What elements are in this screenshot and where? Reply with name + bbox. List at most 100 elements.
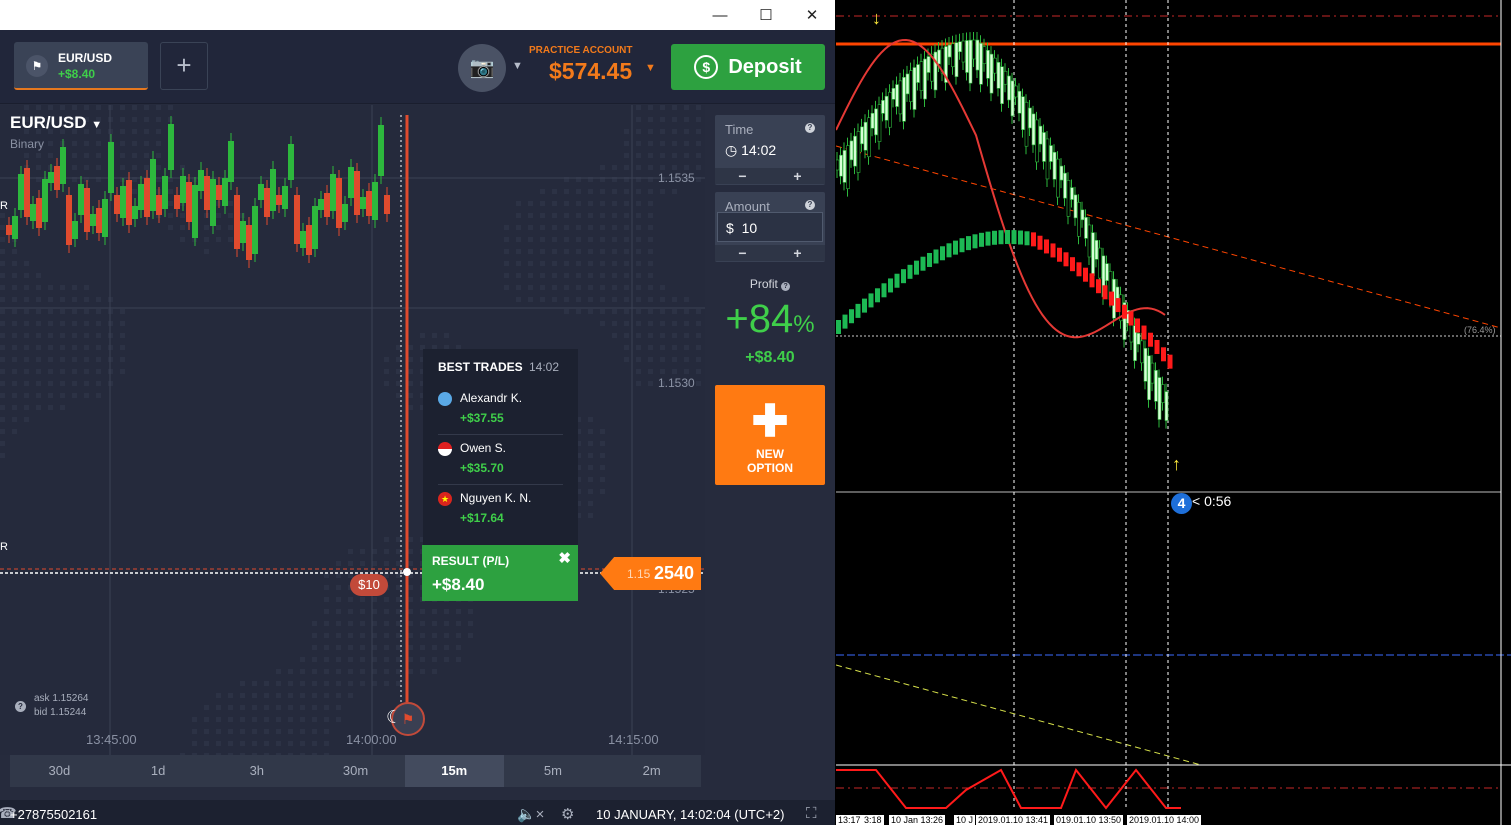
timeframe-1d[interactable]: 1d [109, 755, 208, 787]
mt4-band [862, 298, 867, 313]
asset-tab[interactable]: ⚑ EUR/USD +$8.40 [14, 42, 148, 90]
mt4-candle [884, 95, 889, 121]
mt4-band [914, 260, 919, 275]
mt4-band [1024, 231, 1030, 246]
mt4-candle [926, 56, 931, 73]
mt4-candle [1070, 187, 1074, 200]
mt4-candle [951, 43, 955, 68]
minimize-icon[interactable]: — [697, 0, 743, 30]
candle [312, 206, 318, 249]
account-label[interactable]: PRACTICE ACCOUNT [529, 45, 633, 56]
mt4-band [855, 303, 861, 318]
mt4-chart[interactable]: ↓↑ [836, 0, 1511, 825]
account-caret-icon[interactable]: ▼ [645, 62, 656, 74]
mt4-candle [1052, 151, 1057, 180]
timer-number-badge: 4 [1171, 493, 1192, 514]
mt4-candle [1028, 107, 1032, 129]
maximize-icon[interactable]: ☐ [743, 0, 789, 30]
price-chart-area[interactable] [0, 105, 705, 758]
mt4-band [842, 314, 848, 329]
candle [78, 184, 84, 215]
mute-icon[interactable]: 🔈× [517, 805, 544, 823]
amount-plus-button[interactable]: + [770, 245, 825, 261]
mt4-candle [1140, 340, 1144, 364]
fullscreen-icon[interactable]: ⛶ [806, 805, 817, 822]
mt4-chart-window[interactable]: ↓ ↑ [836, 0, 1511, 825]
y-tick: 1.1530 [658, 376, 695, 390]
timeframe-5m[interactable]: 5m [504, 755, 603, 787]
new-option-button[interactable]: ✚ NEW OPTION [715, 385, 825, 485]
timeframe-30d[interactable]: 30d [10, 755, 109, 787]
mt4-candle [1063, 172, 1067, 199]
help-icon[interactable]: ? [805, 123, 815, 133]
mt4-band [849, 309, 854, 324]
timeframe-30m[interactable]: 30m [306, 755, 405, 787]
deposit-button[interactable]: $ Deposit [671, 44, 825, 90]
time-stepper: − + [715, 168, 825, 184]
candle [240, 221, 246, 243]
time-plus-button[interactable]: + [770, 168, 825, 184]
timeframe-bar: 30d 1d 3h 30m 15m 5m 2m [10, 755, 701, 787]
candle [120, 186, 126, 218]
mt4-candle [846, 145, 850, 189]
help-icon[interactable]: ? [15, 701, 26, 712]
bid-value: bid 1.15244 [34, 707, 87, 718]
close-icon[interactable]: ✕ [789, 0, 835, 30]
candle [144, 178, 150, 217]
moon-icon: ☾ [386, 707, 403, 727]
candle [198, 170, 204, 191]
price-chart[interactable] [0, 105, 705, 758]
close-icon[interactable]: ✖ [558, 549, 571, 567]
mt4-band [907, 264, 913, 279]
timeframe-15m[interactable]: 15m [404, 755, 504, 787]
trader-row: Owen S. +$35.70 [438, 435, 563, 485]
help-icon[interactable]: ? [781, 282, 791, 291]
flag-icon: ⚑ [26, 55, 48, 77]
mt4-band [1011, 230, 1017, 245]
amount-input[interactable]: $ 10 [717, 212, 823, 242]
timeframe-2m[interactable]: 2m [602, 755, 701, 787]
candle [30, 204, 36, 221]
time-minus-button[interactable]: − [715, 168, 770, 184]
bet-marker[interactable]: $10 [350, 574, 388, 596]
mt4-candle [958, 41, 962, 53]
time-field[interactable]: ◷ 14:02 [725, 142, 776, 159]
candle [204, 176, 210, 210]
new-option-label: NEW OPTION [746, 447, 793, 475]
mt4-band [992, 230, 997, 245]
timeframe-3h[interactable]: 3h [207, 755, 306, 787]
mt4-candle [1080, 209, 1085, 221]
mt4-band [1128, 311, 1134, 326]
ask-value: ask 1.15264 [34, 693, 89, 704]
mt4-candle [1098, 247, 1102, 279]
asset-tab-pl: +$8.40 [58, 67, 96, 81]
account-balance[interactable]: $574.45 [549, 58, 632, 85]
gear-icon[interactable]: ⚙ [561, 805, 574, 823]
candle [252, 206, 258, 254]
add-tab-button[interactable]: + [160, 42, 208, 90]
camera-icon[interactable]: 📷 [458, 44, 506, 92]
amount-minus-button[interactable]: − [715, 245, 770, 261]
side-label: R [0, 541, 8, 553]
mt4-candle [1066, 180, 1071, 217]
mt4-candle [1161, 384, 1165, 403]
mt4-candle [1059, 165, 1064, 181]
trader-row: Alexandr K. +$37.55 [438, 385, 563, 435]
mt4-band [1109, 291, 1114, 306]
candle [216, 185, 222, 200]
candle [258, 184, 264, 200]
asset-tab-name: EUR/USD [58, 51, 113, 65]
candle [168, 124, 174, 170]
top-bar: ⚑ EUR/USD +$8.40 + 📷 ▼ PRACTICE ACCOUNT … [0, 30, 835, 104]
asset-selector[interactable]: EUR/USD ▼ [10, 113, 102, 133]
side-label: R [0, 200, 8, 212]
mt4-candle [947, 44, 952, 58]
camera-caret-icon[interactable]: ▼ [512, 60, 523, 72]
phone-number[interactable]: +27875502161 [10, 807, 97, 822]
help-icon[interactable]: ? [805, 200, 815, 210]
mt4-candle [1143, 348, 1148, 382]
result-panel: RESULT (P/L) +$8.40 ✖ [422, 545, 578, 601]
candle [342, 204, 348, 222]
mt4-candle [1105, 263, 1109, 281]
candle [108, 142, 114, 193]
